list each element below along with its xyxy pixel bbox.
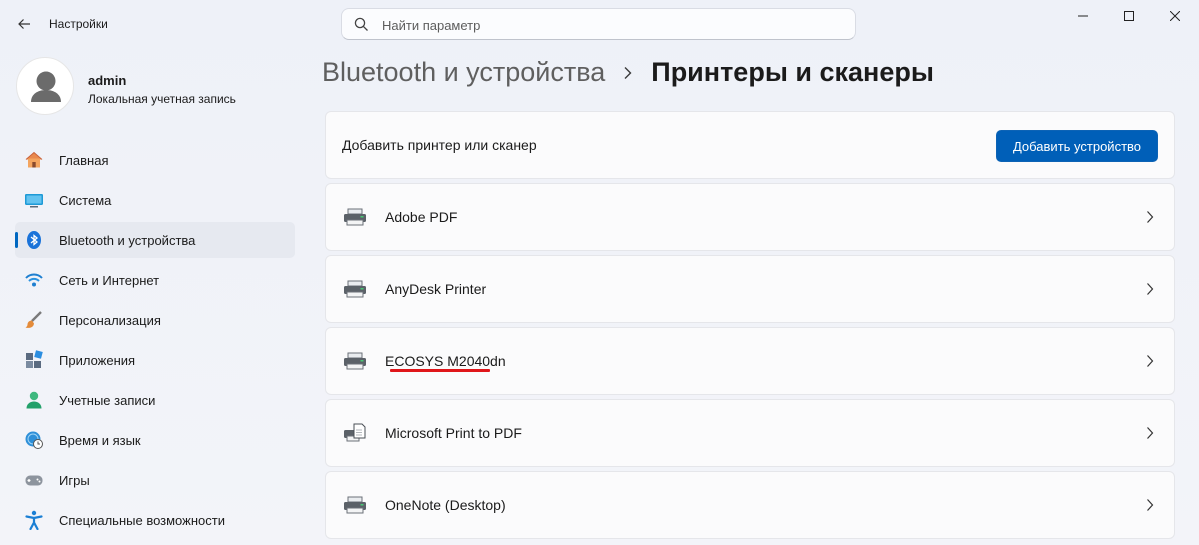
printer-name: ECOSYS M2040dn [385, 353, 506, 369]
printer-name: AnyDesk Printer [385, 281, 487, 297]
title-bar: Настройки [0, 0, 1199, 48]
page-title: Принтеры и сканеры [651, 57, 934, 87]
avatar[interactable] [16, 57, 74, 115]
gamepad-icon [24, 470, 44, 490]
close-button[interactable] [1152, 0, 1198, 32]
home-icon [24, 150, 44, 170]
sidebar-item-accounts[interactable]: Учетные записи [15, 382, 295, 418]
sidebar-item-label: Учетные записи [59, 392, 156, 408]
search-box[interactable] [341, 8, 856, 40]
printer-icon [342, 207, 368, 227]
sidebar-item-label: Игры [59, 472, 90, 488]
sidebar-item-gaming[interactable]: Игры [15, 462, 295, 498]
sidebar-item-system[interactable]: Система [15, 182, 295, 218]
breadcrumb-parent[interactable]: Bluetooth и устройства [322, 57, 605, 88]
sidebar-item-label: Сеть и Интернет [59, 272, 160, 288]
breadcrumb: Bluetooth и устройства Принтеры и сканер… [322, 57, 934, 88]
sidebar-item-label: Персонализация [59, 312, 161, 328]
sidebar-nav: Главная Система Bluetooth и устройства С… [15, 142, 295, 542]
chevron-right-icon [1147, 283, 1154, 295]
close-icon [1170, 11, 1180, 21]
wifi-icon [24, 270, 44, 290]
back-button[interactable] [12, 12, 36, 36]
minimize-icon [1078, 15, 1088, 17]
search-icon [354, 17, 368, 31]
maximize-button[interactable] [1106, 0, 1152, 32]
printer-document-icon [342, 423, 368, 443]
add-printer-label: Добавить принтер или сканер [342, 137, 537, 153]
chevron-right-icon [1147, 499, 1154, 511]
chevron-right-icon [1147, 211, 1154, 223]
printer-name: Microsoft Print to PDF [385, 425, 522, 441]
chevron-right-icon [623, 66, 633, 80]
sidebar-item-label: Система [59, 192, 112, 208]
user-name: admin [88, 73, 127, 88]
bluetooth-icon [24, 230, 44, 250]
printer-icon [342, 351, 368, 371]
globe-clock-icon [24, 430, 44, 450]
sidebar-item-label: Главная [59, 152, 109, 168]
accessibility-icon [24, 510, 44, 530]
sidebar-item-personalization[interactable]: Персонализация [15, 302, 295, 338]
app-title: Настройки [49, 17, 108, 31]
arrow-left-icon [18, 19, 30, 29]
sidebar-item-time-language[interactable]: Время и язык [15, 422, 295, 458]
add-printer-card: Добавить принтер или сканер Добавить уст… [325, 111, 1175, 179]
account-type: Локальная учетная запись [88, 92, 236, 106]
sidebar-item-label: Приложения [59, 352, 136, 368]
minimize-button[interactable] [1060, 0, 1106, 32]
sidebar-item-label: Специальные возможности [59, 512, 225, 528]
system-icon [24, 190, 44, 210]
printer-icon [342, 279, 368, 299]
settings-window: Настройки admin Локальная учетная запись… [0, 0, 1199, 545]
highlight-underline [390, 369, 490, 372]
apps-icon [24, 350, 44, 370]
account-icon [24, 390, 44, 410]
printer-icon [342, 495, 368, 515]
printer-row[interactable]: Adobe PDF [325, 183, 1175, 251]
printer-name: Adobe PDF [385, 209, 458, 225]
sidebar-item-apps[interactable]: Приложения [15, 342, 295, 378]
printer-name: OneNote (Desktop) [385, 497, 506, 513]
sidebar-item-network[interactable]: Сеть и Интернет [15, 262, 295, 298]
search-input[interactable] [382, 15, 832, 35]
printer-row[interactable]: ECOSYS M2040dn [325, 327, 1175, 395]
brush-icon [24, 310, 44, 330]
user-avatar-icon [31, 71, 61, 102]
sidebar-item-bluetooth[interactable]: Bluetooth и устройства [15, 222, 295, 258]
printer-row[interactable]: Microsoft Print to PDF [325, 399, 1175, 467]
chevron-right-icon [1147, 427, 1154, 439]
printer-row[interactable]: AnyDesk Printer [325, 255, 1175, 323]
maximize-icon [1124, 11, 1134, 21]
sidebar-item-home[interactable]: Главная [15, 142, 295, 178]
printer-row[interactable]: OneNote (Desktop) [325, 471, 1175, 539]
add-device-button[interactable]: Добавить устройство [996, 130, 1158, 162]
sidebar-item-accessibility[interactable]: Специальные возможности [15, 502, 295, 538]
chevron-right-icon [1147, 355, 1154, 367]
sidebar-item-label: Bluetooth и устройства [59, 232, 196, 248]
sidebar-item-label: Время и язык [59, 432, 141, 448]
